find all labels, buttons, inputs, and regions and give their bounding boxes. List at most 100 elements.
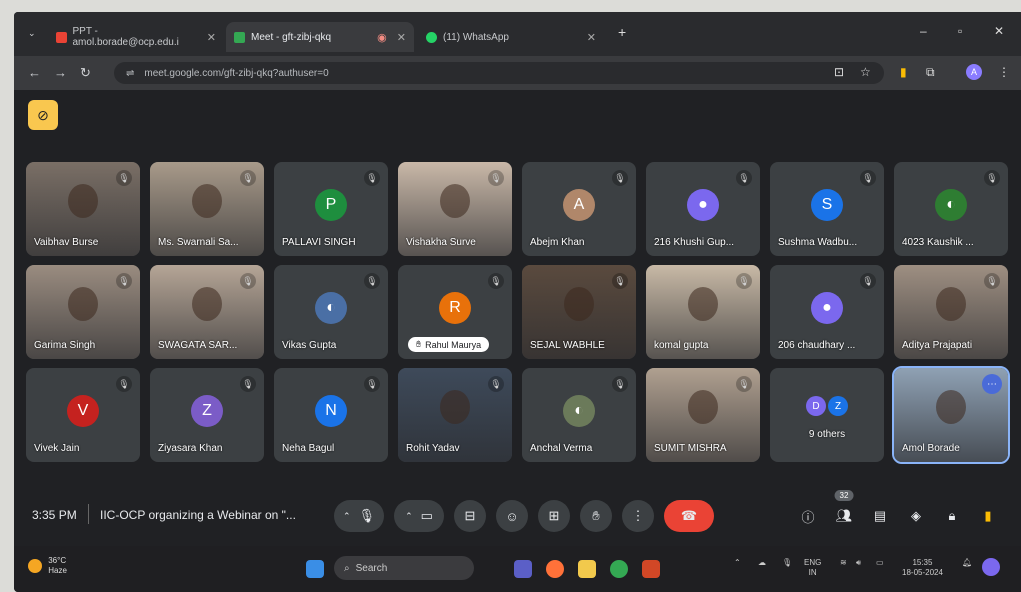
chevron-up-icon[interactable]: ⌃ bbox=[405, 511, 413, 522]
close-icon[interactable]: ✕ bbox=[587, 31, 596, 44]
tab-title: PPT - amol.borade@ocp.edu.i bbox=[72, 26, 179, 48]
chat-button[interactable]: ▤ bbox=[866, 500, 894, 532]
bulb-icon: ▮ bbox=[984, 508, 992, 523]
close-icon[interactable]: ✕ bbox=[397, 31, 406, 44]
copilot-icon[interactable] bbox=[982, 558, 1000, 576]
participant-tile[interactable]: SEJAL WABHLE 🎙︎ bbox=[522, 265, 636, 359]
reload-icon[interactable]: ↻ bbox=[80, 65, 91, 81]
mic-muted-icon: 🎙︎ bbox=[488, 273, 504, 289]
person-silhouette bbox=[440, 184, 470, 218]
participant-tile[interactable]: P PALLAVI SINGH 🎙︎ bbox=[274, 162, 388, 256]
captions-button[interactable]: ⊟ bbox=[454, 500, 486, 532]
mic-tray-icon[interactable]: 🎙︎ bbox=[782, 558, 792, 568]
participant-name: Abejm Khan bbox=[530, 237, 585, 248]
tab-gmail[interactable]: PPT - amol.borade@ocp.edu.i ✕ bbox=[48, 22, 224, 52]
tray-overflow-icon[interactable]: ⌃ bbox=[734, 558, 741, 568]
close-icon[interactable]: ✕ bbox=[207, 31, 216, 44]
participant-tile[interactable]: Garima Singh 🎙︎ bbox=[26, 265, 140, 359]
chevron-up-icon[interactable]: ⌃ bbox=[343, 511, 351, 522]
battery-icon[interactable]: ▭ bbox=[876, 558, 884, 568]
new-tab-button[interactable]: + bbox=[618, 24, 626, 40]
mic-muted-icon: 🎙︎ bbox=[612, 273, 628, 289]
site-info-icon[interactable]: ⇌ bbox=[126, 68, 134, 79]
participant-name: SWAGATA SAR... bbox=[158, 340, 238, 351]
camera-button[interactable]: ⌃ ▭ bbox=[394, 500, 444, 532]
maximize-icon[interactable]: ▫ bbox=[958, 24, 962, 38]
minimize-icon[interactable]: – bbox=[920, 24, 927, 38]
more-options-button[interactable]: ⋮ bbox=[622, 500, 654, 532]
participant-tile[interactable]: SUMIT MISHRA 🎙︎ bbox=[646, 368, 760, 462]
participant-tile[interactable]: Z Ziyasara Khan 🎙︎ bbox=[150, 368, 264, 462]
powerpoint-icon[interactable] bbox=[642, 560, 660, 578]
participant-tile[interactable]: ● 206 chaudhary ... 🎙︎ bbox=[770, 265, 884, 359]
participant-tile[interactable]: Amol Borade ⋯ bbox=[892, 366, 1010, 464]
participant-tile[interactable]: Rohit Yadav 🎙︎ bbox=[398, 368, 512, 462]
extension-icon[interactable]: ▮ bbox=[900, 65, 907, 79]
bookmark-star-icon[interactable]: ☆ bbox=[860, 65, 871, 79]
host-controls-button[interactable]: 🔒︎ bbox=[938, 500, 966, 532]
participant-initial: S bbox=[811, 189, 843, 222]
emoji-button[interactable]: ☺ bbox=[496, 500, 528, 532]
taskbar-search[interactable]: ⌕ Search bbox=[334, 556, 474, 580]
participant-tile[interactable]: ◐ Vikas Gupta 🎙︎ bbox=[274, 265, 388, 359]
notification-bell-icon[interactable]: 🔔︎ bbox=[962, 558, 972, 568]
camera-off-icon[interactable]: ⊘ bbox=[28, 100, 58, 130]
mic-button[interactable]: ⌃ 🎙︎ bbox=[334, 500, 384, 532]
firefox-icon[interactable] bbox=[546, 560, 564, 578]
language-indicator[interactable]: ENG IN bbox=[804, 558, 821, 578]
raise-hand-button[interactable]: ✋︎ bbox=[580, 500, 612, 532]
participant-tile[interactable]: Aditya Prajapati 🎙︎ bbox=[894, 265, 1008, 359]
tab-search-icon[interactable]: ⌄ bbox=[28, 28, 36, 39]
mic-muted-icon: 🎙︎ bbox=[984, 273, 1000, 289]
participant-tile[interactable]: DZ 9 others bbox=[770, 368, 884, 462]
participant-tile[interactable]: V Vivek Jain 🎙︎ bbox=[26, 368, 140, 462]
file-explorer-icon[interactable] bbox=[578, 560, 596, 578]
profile-avatar[interactable]: A bbox=[966, 64, 982, 80]
weather-widget[interactable]: 36°C Haze bbox=[28, 556, 67, 576]
windows-start-icon[interactable] bbox=[306, 560, 324, 578]
teams-icon[interactable] bbox=[514, 560, 532, 578]
tab-meet[interactable]: Meet - gft-zibj-qkq ◉ ✕ bbox=[226, 22, 414, 52]
participant-name: 216 Khushi Gup... bbox=[654, 237, 735, 248]
people-button[interactable]: 32 👥︎ bbox=[830, 490, 858, 532]
search-label: Search bbox=[355, 562, 388, 574]
forward-icon[interactable]: → bbox=[54, 65, 67, 80]
participant-tile[interactable]: ◐ Anchal Verma 🎙︎ bbox=[522, 368, 636, 462]
participant-initial: Z bbox=[191, 395, 223, 428]
wifi-icon[interactable]: ≋ bbox=[840, 558, 847, 568]
participant-tile[interactable]: SWAGATA SAR... 🎙︎ bbox=[150, 265, 264, 359]
camera-indicator-icon[interactable]: ⊡ bbox=[834, 65, 844, 79]
activities-button[interactable]: ◈ bbox=[902, 500, 930, 532]
participant-tile[interactable]: ● 216 Khushi Gup... 🎙︎ bbox=[646, 162, 760, 256]
present-button[interactable]: ⊞ bbox=[538, 500, 570, 532]
more-options-icon[interactable]: ⋯ bbox=[982, 374, 1002, 394]
taskbar-clock[interactable]: 15:35 18-05-2024 bbox=[902, 558, 943, 578]
participant-tile[interactable]: A Abejm Khan 🎙︎ bbox=[522, 162, 636, 256]
participant-avatar: ◐ bbox=[315, 292, 347, 325]
back-icon[interactable]: ← bbox=[28, 65, 41, 80]
url-field[interactable]: ⇌ meet.google.com/gft-zibj-qkq?authuser=… bbox=[114, 62, 884, 84]
leave-call-button[interactable]: ☎︎ bbox=[664, 500, 714, 532]
participant-tile[interactable]: Vishakha Surve 🎙︎ bbox=[398, 162, 512, 256]
participant-tile[interactable]: Vaibhav Burse 🎙︎ bbox=[26, 162, 140, 256]
meeting-info-button[interactable]: ⓘ bbox=[794, 500, 822, 532]
window-close-icon[interactable]: ✕ bbox=[994, 24, 1004, 38]
participant-tile[interactable]: R ✋︎ Rahul Maurya 🎙︎ bbox=[398, 265, 512, 359]
captions-icon: ⊟ bbox=[464, 508, 476, 523]
extensions-puzzle-icon[interactable]: ⧉ bbox=[926, 65, 935, 80]
participant-tile[interactable]: S Sushma Wadbu... 🎙︎ bbox=[770, 162, 884, 256]
participant-tile[interactable]: ◐ 4023 Kaushik ... 🎙︎ bbox=[894, 162, 1008, 256]
chrome-icon[interactable] bbox=[610, 560, 628, 578]
camera-icon: ▭ bbox=[420, 508, 433, 523]
onedrive-icon[interactable]: ☁ bbox=[758, 558, 766, 568]
participant-tile[interactable]: Ms. Swarnali Sa... 🎙︎ bbox=[150, 162, 264, 256]
menu-kebab-icon[interactable]: ⋮ bbox=[998, 65, 1010, 79]
meeting-title: IIC-OCP organizing a Webinar on "... bbox=[100, 508, 296, 522]
participant-tile[interactable]: N Neha Bagul 🎙︎ bbox=[274, 368, 388, 462]
participant-name: SUMIT MISHRA bbox=[654, 443, 727, 454]
gemini-button[interactable]: ▮ bbox=[974, 500, 1002, 532]
tab-whatsapp[interactable]: (11) WhatsApp ✕ bbox=[418, 22, 604, 52]
volume-icon[interactable]: 🔊︎ bbox=[856, 558, 861, 568]
mic-muted-icon: 🎙︎ bbox=[116, 376, 132, 392]
participant-tile[interactable]: komal gupta 🎙︎ bbox=[646, 265, 760, 359]
